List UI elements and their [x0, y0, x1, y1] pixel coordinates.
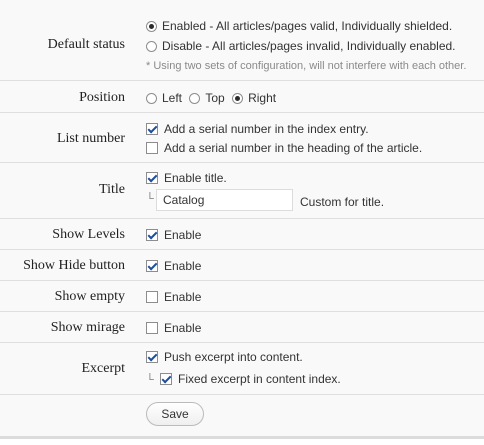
option-enabled[interactable]: Enabled - All articles/pages valid, Indi… [146, 18, 452, 34]
excerpt-label: Excerpt [81, 361, 125, 376]
position-top-text: Top [205, 91, 225, 105]
row-show-mirage: Show mirage Enable [0, 312, 484, 343]
title-input[interactable] [156, 189, 293, 211]
show-mirage-checkbox[interactable] [146, 322, 158, 334]
row-default-status: Default status Enabled - All articles/pa… [0, 0, 484, 81]
disable-radio[interactable] [146, 41, 157, 52]
position-options: Left Top Right [146, 90, 276, 106]
show-hide-checkbox[interactable] [146, 260, 158, 272]
position-right-radio[interactable] [232, 93, 244, 104]
enable-title-checkbox[interactable] [146, 172, 158, 184]
show-hide-text: Enable [164, 259, 202, 273]
disable-text: Disable - All articles/pages invalid, In… [162, 39, 456, 53]
position-label: Position [79, 90, 125, 105]
show-mirage-text: Enable [164, 321, 202, 335]
list-number-label: List number [56, 131, 125, 146]
option-disable[interactable]: Disable - All articles/pages invalid, In… [146, 38, 456, 54]
show-mirage-label: Show mirage [50, 320, 125, 335]
row-excerpt: Excerpt Push excerpt into content. └ Fixe… [0, 343, 484, 395]
title-label: Title [99, 182, 125, 197]
option-fixed-excerpt[interactable]: └ Fixed excerpt in content index. [146, 371, 341, 387]
position-left-radio[interactable] [146, 93, 157, 104]
position-right-text: Right [248, 91, 277, 105]
show-levels-checkbox[interactable] [146, 229, 158, 241]
row-position: Position Left Top Right [0, 81, 484, 113]
fixed-excerpt-checkbox[interactable] [160, 373, 172, 385]
option-show-levels[interactable]: Enable [146, 227, 201, 243]
position-left-text: Left [162, 91, 183, 105]
row-title: Title Enable title. └ Custom for title. [0, 163, 484, 219]
tree-connector-icon: └ [146, 374, 154, 386]
default-status-label: Default status [47, 37, 125, 52]
fixed-excerpt-text: Fixed excerpt in content index. [178, 372, 341, 386]
show-levels-text: Enable [164, 228, 202, 242]
option-push-excerpt[interactable]: Push excerpt into content. [146, 349, 303, 365]
index-serial-text: Add a serial number in the index entry. [164, 122, 369, 136]
bottom-divider [0, 436, 484, 439]
index-serial-checkbox[interactable] [146, 123, 158, 135]
push-excerpt-checkbox[interactable] [146, 351, 158, 363]
heading-serial-text: Add a serial number in the heading of th… [164, 141, 423, 155]
option-enable-title[interactable]: Enable title. [146, 170, 227, 186]
enabled-radio[interactable] [146, 21, 157, 32]
show-levels-label: Show Levels [52, 227, 125, 242]
push-excerpt-text: Push excerpt into content. [164, 350, 303, 364]
option-index-serial[interactable]: Add a serial number in the index entry. [146, 121, 369, 137]
option-show-empty[interactable]: Enable [146, 289, 201, 305]
row-list-number: List number Add a serial number in the i… [0, 113, 484, 163]
option-show-hide[interactable]: Enable [146, 258, 201, 274]
show-hide-label: Show Hide button [23, 258, 125, 273]
show-empty-checkbox[interactable] [146, 291, 158, 303]
config-note: * Using two sets of configuration, will … [146, 60, 467, 72]
save-button[interactable]: Save [146, 402, 204, 426]
show-empty-text: Enable [164, 290, 202, 304]
heading-serial-checkbox[interactable] [146, 142, 158, 154]
option-show-mirage[interactable]: Enable [146, 320, 201, 336]
row-show-hide: Show Hide button Enable [0, 250, 484, 281]
enabled-text: Enabled - All articles/pages valid, Indi… [162, 19, 453, 33]
option-heading-serial[interactable]: Add a serial number in the heading of th… [146, 140, 422, 156]
custom-title-text: Custom for title. [300, 195, 385, 209]
row-show-levels: Show Levels Enable [0, 219, 484, 250]
tree-connector-icon: └ [146, 193, 154, 205]
settings-form: Default status Enabled - All articles/pa… [0, 0, 484, 436]
position-top-radio[interactable] [189, 93, 201, 104]
enable-title-text: Enable title. [164, 171, 227, 185]
show-empty-label: Show empty [54, 289, 125, 304]
row-show-empty: Show empty Enable [0, 281, 484, 312]
